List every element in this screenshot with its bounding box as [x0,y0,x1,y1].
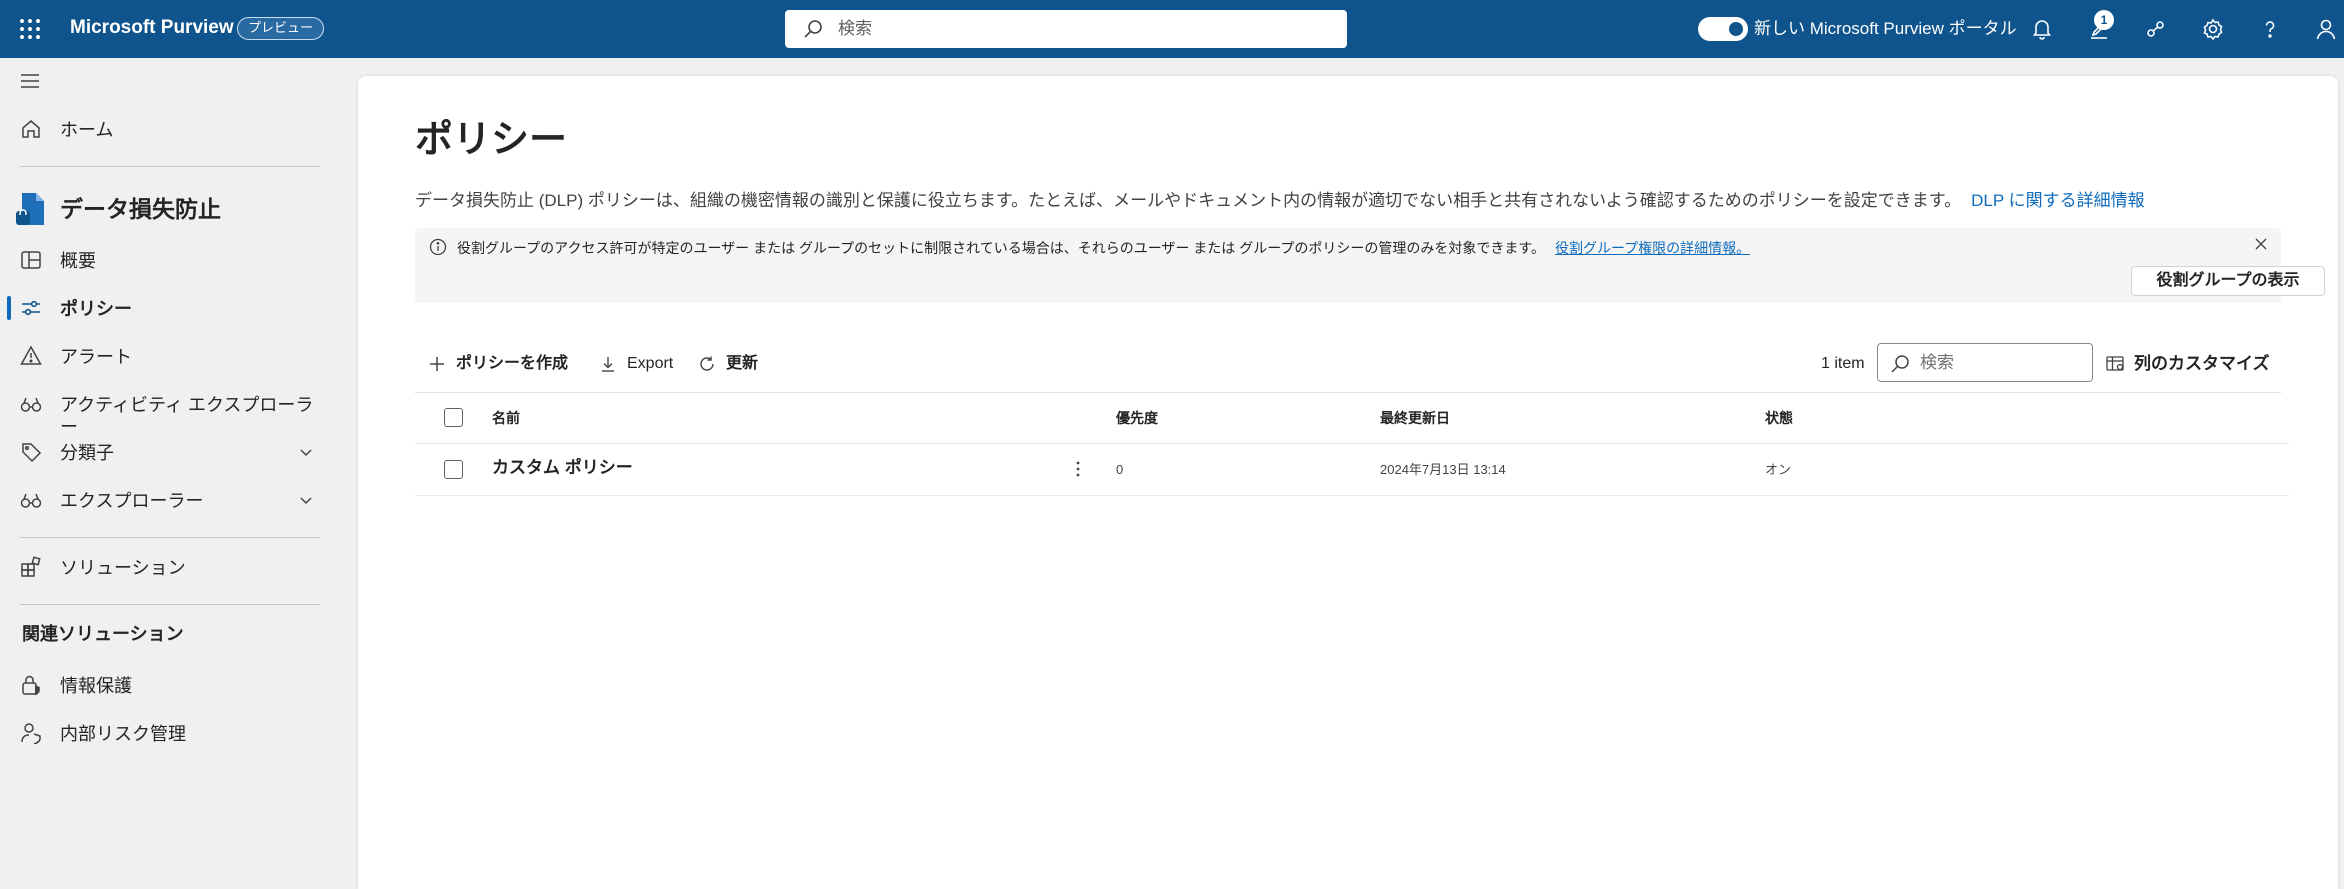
sidebar-divider [20,166,320,167]
close-icon[interactable] [2253,236,2273,256]
sidebar-item-policies[interactable]: ポリシー [0,286,330,330]
sidebar-item-classifiers[interactable]: 分類子 [0,430,330,474]
column-header-name[interactable]: 名前 [492,408,520,428]
search-icon [803,19,823,39]
solutions-icon [20,556,42,578]
policy-search-input[interactable]: 検索 [1877,343,2093,382]
share-icon[interactable] [2142,15,2170,43]
page-title: ポリシー [415,119,568,161]
sidebar-item-label: ポリシー [60,299,132,319]
overview-icon [20,249,42,271]
chevron-down-icon[interactable] [298,492,314,508]
page-description: データ損失防止 (DLP) ポリシーは、組織の機密情報の識別と保護に役立ちます。… [415,190,2145,212]
policy-priority: 0 [1116,462,1124,477]
policy-status: オン [1765,462,1792,477]
account-icon[interactable] [2312,15,2340,43]
binoculars-icon [20,489,42,511]
sidebar-item-information-protection[interactable]: 情報保護 [0,663,330,707]
create-policy-label: ポリシーを作成 [456,355,569,372]
refresh-label: 更新 [726,355,759,372]
banner-message: 役割グループのアクセス許可が特定のユーザー または グループのセットに制限されて… [457,238,1750,258]
sidebar-item-label: 情報保護 [60,676,132,696]
grid-divider [415,392,2281,393]
notification-count-badge: 1 [2094,10,2114,30]
sidebar-divider [20,537,320,538]
sidebar-item-label: ホーム [60,120,114,140]
dlp-section-icon [14,191,48,229]
policy-last-modified: 2024年7月13日 13:14 [1380,462,1506,477]
chevron-down-icon[interactable] [298,444,314,460]
new-portal-toggle-label: 新しい Microsoft Purview ポータル [1754,19,2017,38]
top-search-input[interactable]: 検索 [785,10,1347,48]
customize-columns-label: 列のカスタマイズ [2134,354,2270,373]
home-icon [20,118,42,140]
sidebar-item-solutions[interactable]: ソリューション [0,545,330,589]
banner-message-text: 役割グループのアクセス許可が特定のユーザー または グループのセットに制限されて… [457,240,1545,256]
sidebar-item-label: エクスプローラー [60,491,204,511]
sidebar-item-home[interactable]: ホーム [0,107,330,151]
select-all-checkbox[interactable] [444,408,463,427]
hamburger-menu-icon[interactable] [20,71,46,97]
sidebar-item-explorers[interactable]: エクスプローラー [0,478,330,522]
column-header-status[interactable]: 状態 [1765,408,1793,428]
settings-icon[interactable] [2199,15,2227,43]
role-group-permissions-link[interactable]: 役割グループ権限の詳細情報。 [1555,240,1750,256]
columns-icon [2106,355,2126,373]
refresh-icon [698,355,716,373]
download-icon [599,355,617,373]
sidebar-divider [20,604,320,605]
grid-divider [415,495,2289,496]
selection-indicator [7,296,11,320]
sidebar-item-label: ソリューション [60,558,186,578]
column-header-last-modified[interactable]: 最終更新日 [1380,408,1450,428]
bell-icon[interactable] [2028,15,2056,43]
sidebar-item-insider-risk[interactable]: 内部リスク管理 [0,711,330,755]
learn-more-link[interactable]: DLP に関する詳細情報 [1971,191,2145,210]
help-icon[interactable] [2256,15,2284,43]
sidebar-item-activity-explorer[interactable]: アクティビティ エクスプローラー [0,382,330,437]
insider-risk-icon [20,722,42,744]
more-options-icon[interactable] [1070,457,1086,481]
new-portal-toggle[interactable] [1698,17,1748,41]
search-placeholder: 検索 [838,19,872,38]
info-banner: 役割グループのアクセス許可が特定のユーザー または グループのセットに制限されて… [415,228,2325,303]
row-checkbox[interactable] [444,460,463,479]
app-launcher-icon[interactable] [18,17,42,41]
export-label: Export [627,355,674,372]
top-bar: Microsoft Purview プレビュー 検索 新しい Microsoft… [0,0,2344,58]
sidebar-item-label: 概要 [60,251,96,271]
view-role-groups-button[interactable]: 役割グループの表示 [2131,266,2325,296]
info-protection-icon [20,674,42,696]
search-icon [1890,354,1910,374]
policy-name-link[interactable]: カスタム ポリシー [492,458,633,478]
sidebar-item-alerts[interactable]: アラート [0,334,330,378]
tag-icon [20,441,42,463]
column-header-priority[interactable]: 優先度 [1116,408,1158,428]
sidebar-item-label: 分類子 [60,443,114,463]
info-icon [429,238,447,256]
add-icon [428,355,446,373]
app-name[interactable]: Microsoft Purview [70,16,234,40]
grid-divider [415,443,2289,444]
page-description-text: データ損失防止 (DLP) ポリシーは、組織の機密情報の識別と保護に役立ちます。… [415,191,1962,210]
sidebar-item-label: アラート [60,347,132,367]
toggle-knob [1729,22,1743,36]
left-navigation: ホーム データ損失防止 概要 ポリシー アラート アクティビティ エクスプローラ… [0,58,342,889]
alert-icon [20,345,42,367]
policy-sliders-icon [20,297,42,319]
binoculars-icon [20,393,42,415]
sidebar-item-label: 内部リスク管理 [60,724,186,744]
section-title-dlp: データ損失防止 [60,196,221,222]
sidebar-item-overview[interactable]: 概要 [0,238,330,282]
preview-badge: プレビュー [237,17,325,40]
policy-search-placeholder: 検索 [1920,353,1954,372]
main-content: ポリシー データ損失防止 (DLP) ポリシーは、組織の機密情報の識別と保護に役… [358,76,2338,889]
item-count: 1 item [1821,355,1865,372]
related-solutions-heading: 関連ソリューション [22,624,184,644]
